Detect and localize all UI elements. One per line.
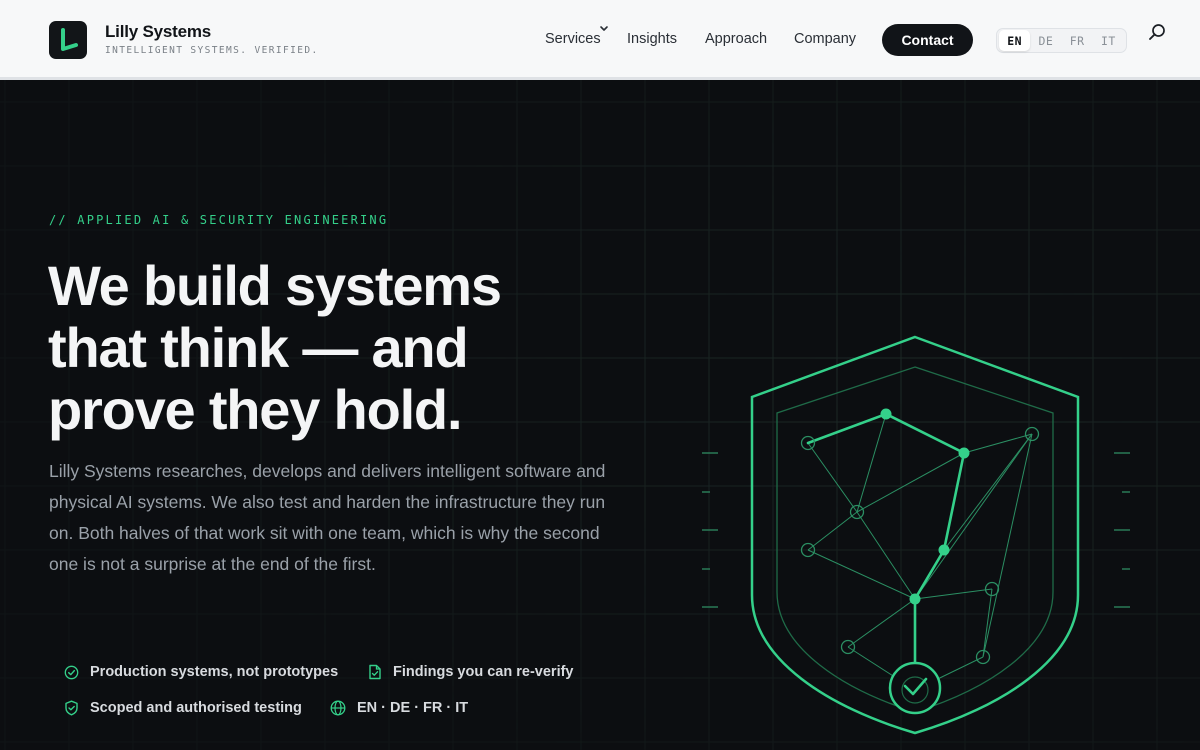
hero-section: // APPLIED AI & SECURITY ENGINEERING We … [0, 80, 1200, 750]
lang-en[interactable]: EN [999, 30, 1031, 51]
brand-tagline: INTELLIGENT SYSTEMS. VERIFIED. [105, 45, 319, 56]
feature-label: Production systems, not prototypes [90, 664, 339, 680]
network-nodes-hollow [800, 426, 1040, 665]
headline-line: that think — and [48, 316, 469, 379]
nav-company[interactable]: Company [794, 31, 856, 47]
feature-item: Scoped and authorised testing [64, 700, 302, 716]
network-nodes-active [880, 408, 970, 605]
site-header: Lilly Systems INTELLIGENT SYSTEMS. VERIF… [0, 0, 1200, 80]
hero-lead: Lilly Systems researches, develops and d… [49, 461, 606, 574]
chevron-down-icon[interactable] [599, 25, 609, 33]
lang-it[interactable]: IT [1093, 30, 1124, 51]
verified-node [888, 661, 942, 715]
search-icon[interactable] [1147, 22, 1167, 42]
feature-label: Findings you can re-verify [393, 664, 574, 680]
feature-item: Findings you can re-verify [368, 664, 574, 680]
shield-check-icon [65, 700, 78, 716]
document-check-icon [369, 664, 381, 680]
feature-label: Scoped and authorised testing [90, 700, 302, 716]
shield-network-illustration [702, 335, 1130, 735]
language-switcher: EN DE FR IT [996, 28, 1127, 53]
brand-name[interactable]: Lilly Systems [105, 22, 211, 42]
hero-eyebrow: // APPLIED AI & SECURITY ENGINEERING [49, 213, 389, 227]
globe-icon [330, 700, 346, 716]
lang-de[interactable]: DE [1030, 30, 1061, 51]
lang-fr[interactable]: FR [1062, 30, 1093, 51]
nav-insights[interactable]: Insights [627, 31, 677, 47]
feature-label: EN · DE · FR · IT [357, 700, 469, 716]
contact-button[interactable]: Contact [882, 24, 973, 56]
network-path [806, 412, 966, 670]
nav-services[interactable]: Services [545, 31, 601, 47]
headline-line: We build systems [48, 254, 502, 317]
nav-approach[interactable]: Approach [705, 31, 767, 47]
logo-l-icon [61, 28, 78, 51]
brand-logo[interactable] [49, 21, 87, 59]
feature-item: Production systems, not prototypes [64, 664, 338, 680]
check-circle-icon [64, 665, 79, 679]
feature-item: EN · DE · FR · IT [330, 700, 468, 716]
headline-line: prove they hold. [48, 378, 462, 441]
side-tick-marks [702, 452, 1130, 608]
hero-headline: We build systems that think — and prove … [48, 255, 688, 441]
